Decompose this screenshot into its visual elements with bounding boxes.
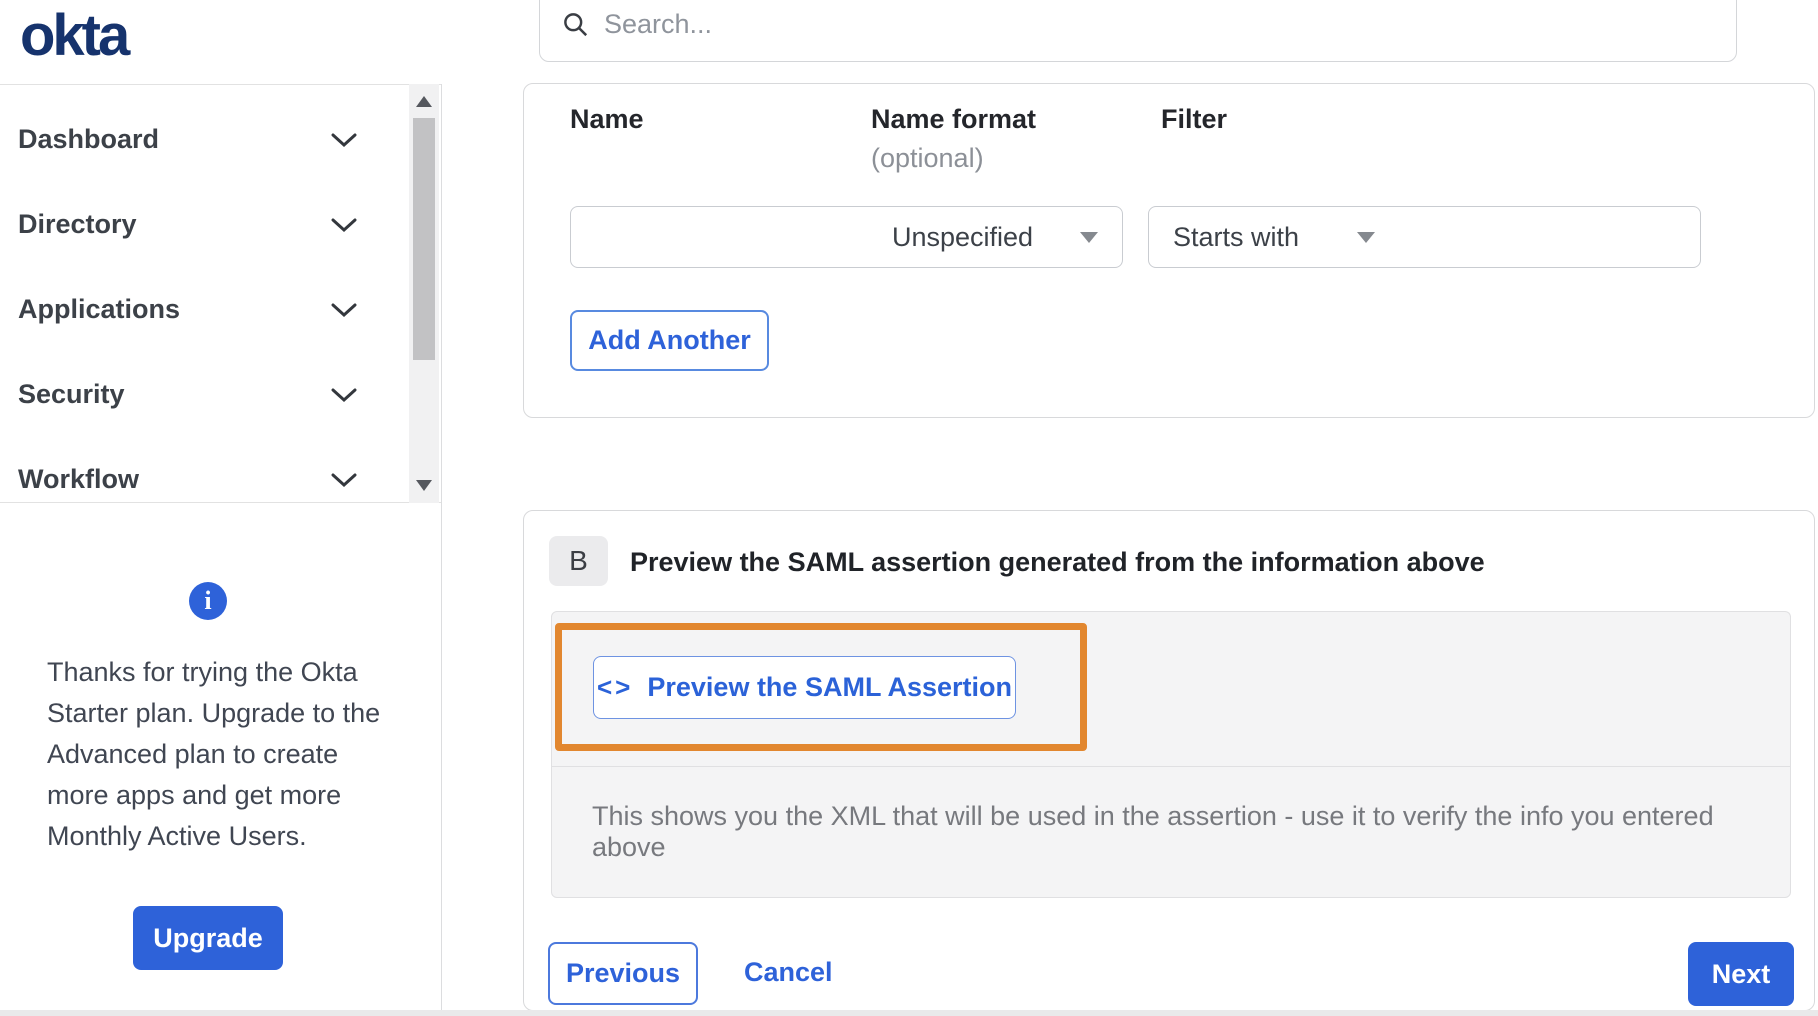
code-icon: <> xyxy=(597,672,634,702)
chevron-down-icon xyxy=(331,218,357,232)
global-search[interactable]: Search... xyxy=(539,0,1737,62)
page-bottom-strip xyxy=(0,1010,1818,1016)
add-another-button[interactable]: Add Another xyxy=(570,310,769,371)
filter-column-header: Filter xyxy=(1161,104,1228,134)
sidebar-divider xyxy=(441,84,442,1010)
dropdown-caret-icon xyxy=(1357,231,1375,243)
preview-saml-assertion-button[interactable]: <> Preview the SAML Assertion xyxy=(593,656,1016,719)
info-icon: i xyxy=(189,582,227,620)
filter-type-selected-value: Starts with xyxy=(1173,221,1300,252)
preview-description-panel: This shows you the XML that will be used… xyxy=(551,766,1791,898)
sidebar-item-workflow[interactable]: Workflow xyxy=(0,437,409,522)
scrollbar-thumb[interactable] xyxy=(413,118,435,360)
filter-value-input[interactable] xyxy=(1399,206,1701,268)
sidebar-item-label: Security xyxy=(18,379,125,409)
name-format-column-header: Name format xyxy=(871,104,1037,134)
scroll-up-arrow-icon[interactable] xyxy=(416,96,432,107)
previous-button[interactable]: Previous xyxy=(548,942,698,1005)
preview-assertion-card: B Preview the SAML assertion generated f… xyxy=(523,510,1815,1011)
search-icon xyxy=(564,12,588,36)
sidebar-item-label: Applications xyxy=(18,294,181,324)
filter-type-select[interactable]: Starts with xyxy=(1148,206,1400,268)
preview-saml-assertion-label: Preview the SAML Assertion xyxy=(647,672,1012,702)
chevron-down-icon xyxy=(331,473,357,487)
chevron-down-icon xyxy=(331,303,357,317)
name-format-selected-value: Unspecified xyxy=(892,221,1034,252)
cancel-link[interactable]: Cancel xyxy=(744,957,833,988)
sidebar-item-label: Dashboard xyxy=(18,124,160,154)
name-format-select[interactable]: Unspecified xyxy=(868,206,1123,268)
upsell-message: Thanks for trying the Okta Starter plan.… xyxy=(47,657,381,851)
scroll-down-arrow-icon[interactable] xyxy=(416,480,432,491)
sidebar-item-directory[interactable]: Directory xyxy=(0,182,409,267)
sidebar-item-label: Directory xyxy=(18,209,137,239)
sidebar-item-security[interactable]: Security xyxy=(0,352,409,437)
sidebar-item-dashboard[interactable]: Dashboard xyxy=(0,97,409,182)
preview-section-heading: Preview the SAML assertion generated fro… xyxy=(630,547,1485,577)
dropdown-caret-icon xyxy=(1080,231,1098,243)
attribute-statements-card: Name Name format (optional) Filter Unspe… xyxy=(523,83,1815,418)
step-b-badge: B xyxy=(549,536,608,586)
chevron-down-icon xyxy=(331,388,357,402)
name-column-header: Name xyxy=(570,104,644,134)
chevron-down-icon xyxy=(331,133,357,147)
sidebar-nav: Dashboard Directory Applications Securit… xyxy=(0,84,441,503)
sidebar-scrollbar[interactable] xyxy=(409,84,439,503)
name-input[interactable] xyxy=(570,206,869,268)
name-format-optional-hint: (optional) xyxy=(871,143,984,173)
okta-logo: okta xyxy=(20,3,130,68)
preview-description-text: This shows you the XML that will be used… xyxy=(592,801,1714,862)
upgrade-button[interactable]: Upgrade xyxy=(133,906,283,970)
search-input[interactable]: Search... xyxy=(604,9,712,40)
sidebar-item-label: Workflow xyxy=(18,464,139,494)
next-button[interactable]: Next xyxy=(1688,942,1794,1006)
sidebar-item-applications[interactable]: Applications xyxy=(0,267,409,352)
